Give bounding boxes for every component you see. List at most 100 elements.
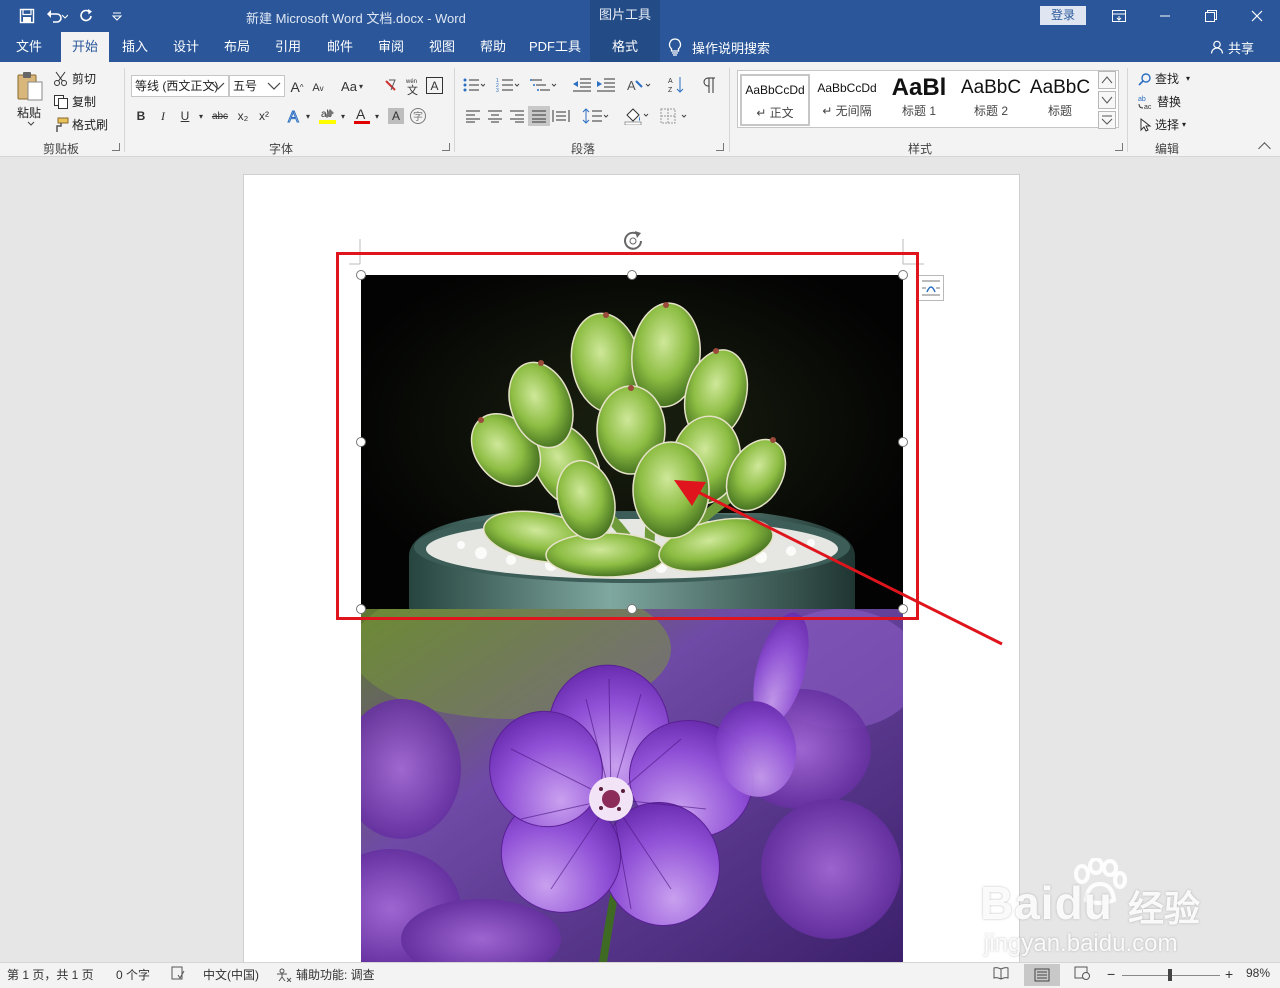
style-title[interactable]: AaBbC 标题	[1028, 74, 1092, 126]
tab-format[interactable]: 格式	[590, 32, 660, 62]
numbering-icon[interactable]: 123	[496, 76, 520, 94]
clear-formatting-icon[interactable]	[382, 77, 400, 95]
proofing-icon[interactable]	[171, 966, 185, 980]
grow-font-icon[interactable]: A ^	[289, 78, 305, 96]
style-heading-2[interactable]: AaBbC 标题 2	[956, 74, 1026, 126]
select-button[interactable]: 选择 ▾	[1140, 116, 1186, 133]
paste-dropdown-icon[interactable]	[26, 120, 36, 128]
login-button[interactable]: 登录	[1040, 6, 1086, 25]
multilevel-list-icon[interactable]	[530, 76, 558, 94]
rotate-handle-icon[interactable]	[621, 229, 647, 253]
purple-flower-image[interactable]	[361, 609, 903, 962]
ribbon-display-options-icon[interactable]	[1096, 0, 1142, 32]
clipboard-launcher-icon[interactable]	[112, 143, 120, 151]
enclose-characters-icon[interactable]: 字	[409, 107, 427, 125]
highlight-dropdown-icon[interactable]: ▾	[339, 111, 347, 121]
tab-references[interactable]: 引用	[267, 32, 309, 62]
zoom-level[interactable]: 98%	[1246, 966, 1270, 980]
find-dropdown-icon[interactable]: ▾	[1186, 74, 1190, 83]
customize-qat-icon[interactable]	[104, 4, 130, 28]
sort-icon[interactable]: AZ	[668, 75, 686, 95]
web-layout-icon[interactable]	[1074, 966, 1090, 980]
zoom-in-button[interactable]: +	[1225, 966, 1233, 982]
cut-button[interactable]: 剪切	[53, 70, 96, 87]
character-shading-icon[interactable]: A	[388, 108, 404, 124]
undo-icon[interactable]	[44, 4, 70, 28]
zoom-slider-thumb[interactable]	[1168, 969, 1173, 981]
chevron-down-icon[interactable]	[211, 79, 225, 93]
bold-button[interactable]: B	[134, 108, 148, 124]
style-no-spacing[interactable]: AaBbCcDd ↵ 无间隔	[812, 74, 882, 126]
paste-icon[interactable]	[14, 68, 46, 104]
styles-launcher-icon[interactable]	[1115, 143, 1123, 151]
distributed-icon[interactable]	[552, 108, 570, 124]
font-size-combo[interactable]: 五号	[229, 75, 285, 97]
underline-button[interactable]: U	[178, 108, 192, 124]
chinese-layout-icon[interactable]: A	[626, 76, 654, 94]
layout-options-icon[interactable]	[918, 275, 944, 301]
collapse-ribbon-icon[interactable]	[1258, 142, 1271, 155]
style-heading-1[interactable]: AaBl 标题 1	[884, 74, 954, 126]
show-paragraph-marks-icon[interactable]	[700, 75, 718, 95]
tab-review[interactable]: 审阅	[370, 32, 412, 62]
minimize-icon[interactable]	[1142, 0, 1188, 32]
underline-dropdown-icon[interactable]: ▾	[196, 111, 206, 121]
font-color-icon[interactable]: A	[352, 106, 372, 126]
strikethrough-button[interactable]: abc	[210, 108, 230, 124]
align-left-icon[interactable]	[465, 108, 481, 124]
text-effects-icon[interactable]: A	[286, 106, 304, 126]
align-center-icon[interactable]	[487, 108, 503, 124]
highlight-color-icon[interactable]: ab	[318, 106, 338, 126]
copy-button[interactable]: 复制	[53, 93, 96, 110]
change-case-button[interactable]: Aa ▾	[338, 77, 366, 95]
tab-design[interactable]: 设计	[165, 32, 207, 62]
redo-icon[interactable]	[74, 4, 100, 28]
page-count[interactable]: 第 1 页，共 1 页	[7, 966, 94, 983]
align-right-icon[interactable]	[509, 108, 525, 124]
font-color-dropdown-icon[interactable]: ▾	[373, 111, 381, 121]
select-dropdown-icon[interactable]: ▾	[1182, 120, 1186, 129]
tab-help[interactable]: 帮助	[472, 32, 514, 62]
styles-scroll-down-icon[interactable]	[1098, 91, 1116, 109]
text-effects-dropdown-icon[interactable]: ▾	[304, 111, 312, 121]
chevron-down-icon[interactable]	[267, 79, 281, 93]
replace-button[interactable]: ab ac 替换	[1138, 93, 1181, 110]
increase-indent-icon[interactable]	[596, 76, 616, 94]
tab-pdf-tools[interactable]: PDF工具	[524, 32, 586, 62]
print-layout-icon[interactable]	[1024, 964, 1060, 986]
decrease-indent-icon[interactable]	[572, 76, 592, 94]
italic-button[interactable]: I	[156, 108, 170, 124]
share-button[interactable]: 共享	[1210, 32, 1254, 62]
superscript-button[interactable]: x²	[256, 108, 272, 124]
style-normal[interactable]: AaBbCcDd ↵ 正文	[740, 74, 810, 126]
zoom-slider[interactable]	[1122, 969, 1220, 981]
paragraph-launcher-icon[interactable]	[716, 143, 724, 151]
shading-icon[interactable]	[624, 106, 654, 126]
subscript-button[interactable]: x₂	[235, 108, 251, 124]
tab-home[interactable]: 开始	[61, 32, 109, 62]
justify-icon[interactable]	[528, 106, 550, 126]
paste-button[interactable]: 粘贴	[17, 104, 41, 121]
styles-more-icon[interactable]	[1098, 111, 1116, 129]
line-spacing-icon[interactable]	[582, 107, 610, 125]
tab-insert[interactable]: 插入	[114, 32, 156, 62]
save-icon[interactable]	[14, 4, 40, 28]
borders-icon[interactable]	[660, 107, 690, 125]
close-icon[interactable]	[1234, 0, 1280, 32]
bullets-icon[interactable]	[463, 76, 485, 94]
find-button[interactable]: 查找 ▾	[1138, 70, 1190, 87]
zoom-out-button[interactable]: −	[1107, 966, 1115, 982]
language-indicator[interactable]: 中文(中国)	[203, 966, 259, 983]
font-name-combo[interactable]: 等线 (西文正文)	[131, 75, 229, 97]
tab-view[interactable]: 视图	[420, 32, 464, 62]
tell-me-search[interactable]: 操作说明搜索	[668, 32, 770, 62]
font-launcher-icon[interactable]	[442, 143, 450, 151]
styles-scroll-up-icon[interactable]	[1098, 71, 1116, 89]
restore-icon[interactable]	[1188, 0, 1234, 32]
accessibility-checker[interactable]: 辅助功能: 调查	[276, 966, 375, 983]
tab-file[interactable]: 文件	[6, 32, 52, 62]
read-mode-icon[interactable]	[993, 966, 1009, 980]
format-painter-button[interactable]: 格式刷	[53, 116, 108, 133]
character-border-icon[interactable]: A	[426, 77, 443, 94]
shrink-font-icon[interactable]: Av	[310, 80, 326, 96]
